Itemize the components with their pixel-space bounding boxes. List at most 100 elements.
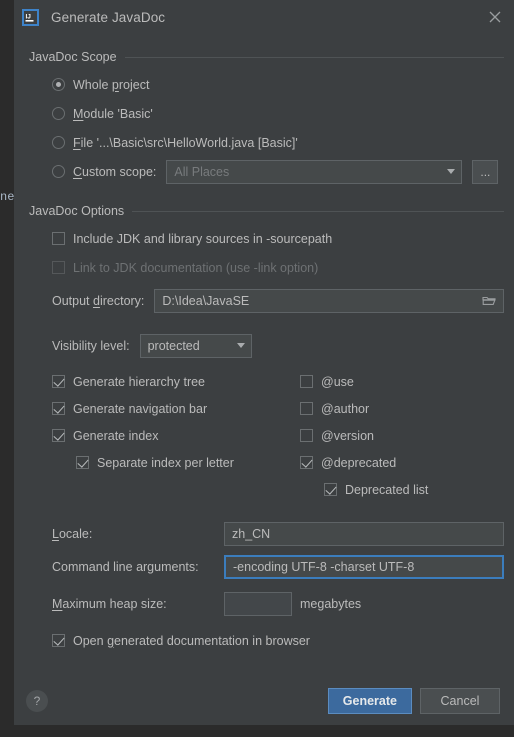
tag-version-checkbox[interactable] (300, 429, 313, 442)
radio-file[interactable] (52, 136, 65, 149)
scope-option-module-row[interactable]: Module 'Basic' (24, 99, 504, 128)
visibility-level-value: protected (147, 338, 200, 353)
scope-section-header: JavaDoc Scope (29, 50, 504, 64)
link-jdk-row: Link to JDK documentation (use -link opt… (24, 253, 504, 282)
output-directory-value: D:\Idea\JavaSE (162, 293, 250, 308)
cancel-button[interactable]: Cancel (420, 688, 500, 714)
dialog-title: Generate JavaDoc (51, 9, 166, 25)
generate-navigation-bar-checkbox[interactable] (52, 402, 65, 415)
output-directory-input[interactable]: D:\Idea\JavaSE (154, 288, 504, 313)
custom-scope-browse-button[interactable]: ... (472, 159, 499, 184)
bottom-strip (0, 725, 514, 737)
command-line-arguments-value: -encoding UTF-8 -charset UTF-8 (233, 559, 415, 574)
deprecated-list-checkbox[interactable] (324, 483, 337, 496)
include-jdk-checkbox-group[interactable]: Include JDK and library sources in -sour… (52, 232, 332, 246)
scope-option-whole-project[interactable]: Whole project (52, 78, 149, 92)
deprecated-list-row[interactable]: Deprecated list (300, 476, 504, 503)
include-jdk-checkbox[interactable] (52, 232, 65, 245)
tag-use-label: @use (321, 374, 354, 389)
close-icon[interactable] (486, 8, 504, 26)
open-in-browser-label: Open generated documentation in browser (73, 633, 310, 648)
separate-index-per-letter-label: Separate index per letter (97, 455, 234, 470)
scope-section-rule (124, 56, 504, 58)
doc-flags-right-column: @use @author @version @deprecated Deprec… (300, 368, 504, 503)
scope-option-file-label: File '...\Basic\src\HelloWorld.java [Bas… (73, 135, 298, 150)
generate-javadoc-dialog: IJ Generate JavaDoc JavaDoc Scope Whole … (14, 0, 514, 725)
tag-use-checkbox[interactable] (300, 375, 313, 388)
scope-option-file-row[interactable]: File '...\Basic\src\HelloWorld.java [Bas… (24, 128, 504, 157)
scope-option-file[interactable]: File '...\Basic\src\HelloWorld.java [Bas… (52, 136, 298, 150)
tag-deprecated-group[interactable]: @deprecated (300, 456, 396, 470)
include-jdk-label: Include JDK and library sources in -sour… (73, 231, 333, 246)
generate-index-checkbox[interactable] (52, 429, 65, 442)
custom-scope-value: All Places (174, 164, 230, 179)
help-button[interactable]: ? (26, 690, 48, 712)
scope-option-whole-project-label: Whole project (73, 77, 150, 92)
options-section-header: JavaDoc Options (29, 204, 504, 218)
custom-scope-dropdown[interactable]: All Places (166, 159, 463, 184)
open-in-browser-row[interactable]: Open generated documentation in browser (24, 626, 504, 655)
generate-navigation-bar-row[interactable]: Generate navigation bar (52, 395, 300, 422)
options-section-legend: JavaDoc Options (29, 204, 125, 218)
tag-author-row[interactable]: @author (300, 395, 504, 422)
scope-option-whole-project-row[interactable]: Whole project (24, 70, 504, 99)
maximum-heap-size-input[interactable] (224, 591, 292, 616)
generate-index-label: Generate index (73, 428, 159, 443)
visibility-level-row: Visibility level: protected (24, 331, 504, 360)
tag-deprecated-checkbox[interactable] (300, 456, 313, 469)
open-in-browser-group[interactable]: Open generated documentation in browser (52, 634, 310, 648)
link-jdk-label: Link to JDK documentation (use -link opt… (73, 260, 319, 275)
generate-hierarchy-tree-group[interactable]: Generate hierarchy tree (52, 375, 205, 389)
generate-navigation-bar-label: Generate navigation bar (73, 401, 208, 416)
scope-option-module[interactable]: Module 'Basic' (52, 107, 153, 121)
generate-hierarchy-tree-checkbox[interactable] (52, 375, 65, 388)
generate-button[interactable]: Generate (327, 688, 412, 714)
separate-index-per-letter-group[interactable]: Separate index per letter (76, 456, 234, 470)
chevron-down-icon (447, 169, 456, 174)
tag-author-group[interactable]: @author (300, 402, 369, 416)
chevron-down-icon (236, 343, 245, 348)
radio-module[interactable] (52, 107, 65, 120)
tag-version-row[interactable]: @version (300, 422, 504, 449)
deprecated-list-group[interactable]: Deprecated list (324, 483, 428, 497)
generate-hierarchy-tree-row[interactable]: Generate hierarchy tree (52, 368, 300, 395)
tag-author-label: @author (321, 401, 370, 416)
tag-use-group[interactable]: @use (300, 375, 354, 389)
separate-index-per-letter-row[interactable]: Separate index per letter (52, 449, 300, 476)
intellij-idea-icon: IJ (22, 8, 39, 26)
radio-whole-project[interactable] (52, 78, 65, 91)
backdrop-editor-text: ne (0, 190, 15, 204)
folder-icon[interactable] (482, 295, 496, 307)
command-line-arguments-row: Command line arguments: -encoding UTF-8 … (24, 552, 504, 581)
locale-row: Locale: zh_CN (24, 519, 504, 548)
link-jdk-checkbox (52, 261, 65, 274)
separate-index-per-letter-checkbox[interactable] (76, 456, 89, 469)
visibility-level-dropdown[interactable]: protected (139, 333, 252, 358)
maximum-heap-size-unit: megabytes (300, 596, 362, 611)
generate-index-group[interactable]: Generate index (52, 429, 158, 443)
locale-value: zh_CN (232, 526, 271, 541)
tag-version-group[interactable]: @version (300, 429, 374, 443)
scope-option-custom-row[interactable]: Custom scope: All Places ... (24, 157, 504, 186)
generate-index-row[interactable]: Generate index (52, 422, 300, 449)
tag-version-label: @version (321, 428, 374, 443)
locale-input[interactable]: zh_CN (224, 521, 504, 546)
doc-flags-left-column: Generate hierarchy tree Generate navigat… (52, 368, 300, 503)
doc-flags-grid: Generate hierarchy tree Generate navigat… (24, 368, 504, 503)
dialog-body: JavaDoc Scope Whole project Module 'Basi… (14, 34, 514, 677)
options-section-rule (132, 210, 504, 212)
scope-option-custom-label: Custom scope: (73, 164, 157, 179)
radio-custom-scope[interactable] (52, 165, 65, 178)
open-in-browser-checkbox[interactable] (52, 634, 65, 647)
tag-deprecated-row[interactable]: @deprecated (300, 449, 504, 476)
scope-option-custom[interactable]: Custom scope: (52, 165, 156, 179)
tag-deprecated-label: @deprecated (321, 455, 397, 470)
dialog-footer: ? Generate Cancel (14, 677, 514, 725)
tag-use-row[interactable]: @use (300, 368, 504, 395)
tag-author-checkbox[interactable] (300, 402, 313, 415)
command-line-arguments-label: Command line arguments: (52, 559, 199, 574)
generate-navigation-bar-group[interactable]: Generate navigation bar (52, 402, 207, 416)
command-line-arguments-input[interactable]: -encoding UTF-8 -charset UTF-8 (224, 554, 504, 579)
dialog-titlebar: IJ Generate JavaDoc (14, 0, 514, 34)
include-jdk-row[interactable]: Include JDK and library sources in -sour… (24, 224, 504, 253)
